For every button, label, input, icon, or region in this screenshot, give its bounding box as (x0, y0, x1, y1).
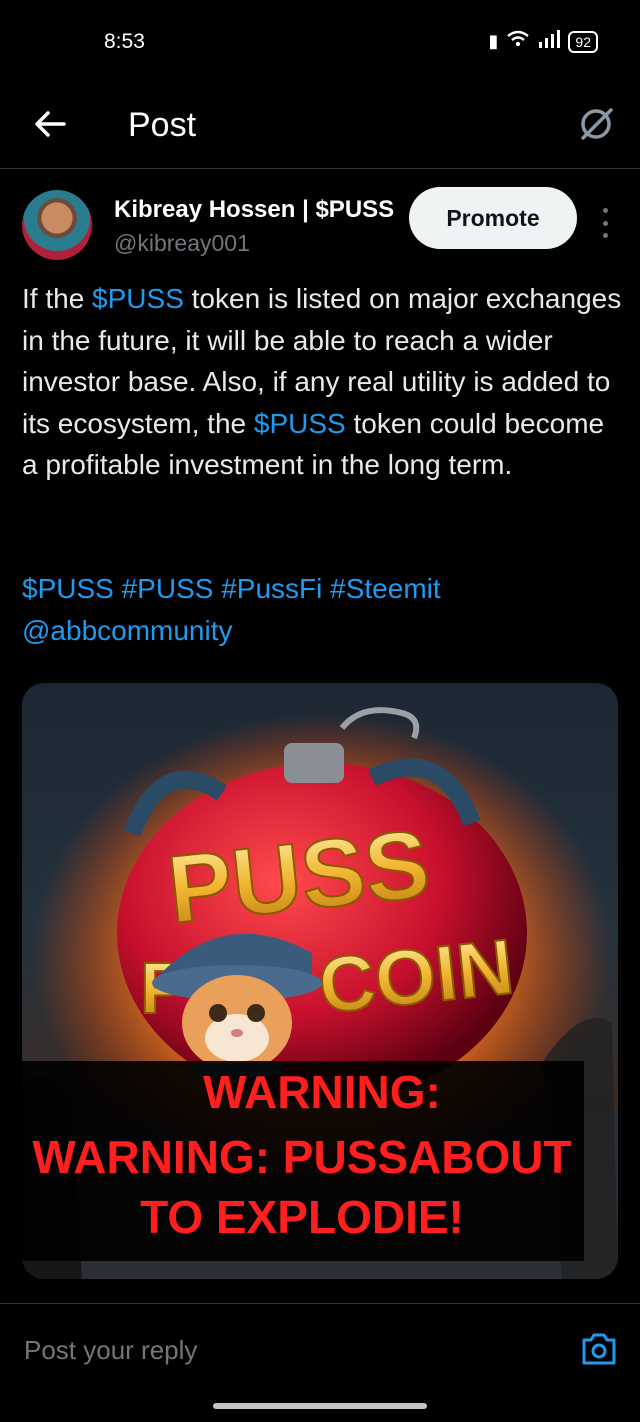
post-image[interactable]: PUSS P COIN WARNING: WARNING: PUSSABOUT … (22, 683, 618, 1279)
camera-button[interactable] (580, 1332, 618, 1366)
grok-button[interactable] (574, 102, 618, 146)
hashtag-link[interactable]: #Steemit (330, 573, 441, 604)
hashtag-link[interactable]: $PUSS (22, 573, 114, 604)
hashtag-link[interactable]: #PussFi (221, 573, 322, 604)
post-hashtags: $PUSS #PUSS #PussFi #Steemit @abbcommuni… (22, 568, 622, 652)
svg-text:TO EXPLODIE!: TO EXPLODIE! (140, 1191, 464, 1243)
author-handle[interactable]: @kibreay001 (114, 230, 250, 257)
promote-button[interactable]: Promote (409, 187, 577, 249)
app-header: Post (0, 88, 640, 169)
page-title: Post (128, 106, 197, 144)
status-icons: ▮ 92 (489, 30, 598, 53)
status-bar: 8:53 ▮ 92 (0, 0, 640, 88)
status-time: 8:53 (104, 30, 145, 53)
reply-bar (0, 1303, 640, 1388)
avatar[interactable] (22, 190, 92, 260)
media-illustration: PUSS P COIN WARNING: WARNING: PUSSABOUT … (22, 707, 618, 1279)
svg-text:WARNING: PUSSABOUT: WARNING: PUSSABOUT (32, 1131, 571, 1183)
cashtag-link[interactable]: $PUSS (254, 408, 346, 439)
back-arrow-icon (35, 111, 66, 137)
gesture-nav-handle[interactable] (213, 1403, 427, 1409)
vibrate-icon: ▮ (488, 31, 499, 51)
author-name[interactable]: Kibreay Hossen | $PUSS (114, 196, 414, 224)
post-author: Kibreay Hossen | $PUSS @kibreay001 Promo… (22, 187, 622, 270)
back-button[interactable] (28, 102, 72, 146)
cashtag-link[interactable]: $PUSS (92, 283, 184, 314)
mention-link[interactable]: @abbcommunity (22, 615, 233, 646)
svg-text:WARNING:: WARNING: (203, 1066, 441, 1118)
grok-icon (581, 108, 613, 140)
hashtag-link[interactable]: #PUSS (122, 573, 214, 604)
wifi-icon (506, 30, 530, 53)
camera-icon (582, 1333, 616, 1365)
battery-icon: 92 (568, 30, 598, 53)
post-text: If the $PUSS token is listed on major ex… (22, 283, 622, 480)
reply-input[interactable] (22, 1334, 546, 1367)
signal-icon (538, 30, 561, 53)
more-options-icon[interactable] (596, 208, 614, 238)
